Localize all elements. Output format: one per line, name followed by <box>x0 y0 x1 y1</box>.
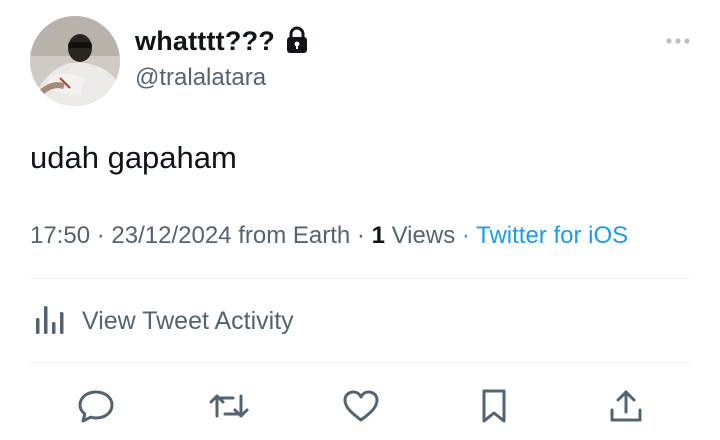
tweet-source-link[interactable]: Twitter for iOS <box>476 222 628 249</box>
retweet-arrows-icon <box>207 386 251 431</box>
meta-separator: · <box>461 222 470 249</box>
lock-icon <box>285 26 309 54</box>
reply-button[interactable] <box>76 388 116 428</box>
view-tweet-activity-label: View Tweet Activity <box>82 307 294 335</box>
meta-separator: · <box>356 222 365 249</box>
bookmark-button[interactable] <box>474 388 514 428</box>
tweet-date[interactable]: 23/12/2024 <box>111 222 231 249</box>
divider <box>30 278 690 279</box>
divider <box>30 362 690 363</box>
speech-bubble-icon <box>76 386 116 431</box>
share-upload-icon <box>606 386 646 431</box>
heart-icon <box>341 386 381 431</box>
bookmark-icon <box>474 386 514 431</box>
views-count: 1 <box>371 222 385 249</box>
avatar[interactable] <box>30 16 120 106</box>
tweet-time[interactable]: 17:50 <box>30 222 90 249</box>
user-handle[interactable]: @tralalatara <box>135 64 266 92</box>
views-label: Views <box>391 222 456 249</box>
tweet-action-bar <box>76 388 646 428</box>
tweet-meta: 17:50 · 23/12/2024 from Earth · 1 Views … <box>30 222 628 250</box>
retweet-button[interactable] <box>209 388 249 428</box>
avatar-photo <box>30 16 120 106</box>
display-name[interactable]: whatttt??? <box>135 26 309 57</box>
tweet-location: from Earth <box>238 222 351 249</box>
bar-chart-icon <box>34 302 68 341</box>
meta-separator: · <box>96 222 105 249</box>
display-name-text: whatttt??? <box>135 26 275 56</box>
view-tweet-activity-button[interactable]: View Tweet Activity <box>34 302 294 341</box>
like-button[interactable] <box>341 388 381 428</box>
share-button[interactable] <box>606 388 646 428</box>
more-options-icon[interactable] <box>664 34 692 48</box>
tweet-text: udah gapaham <box>30 140 237 175</box>
